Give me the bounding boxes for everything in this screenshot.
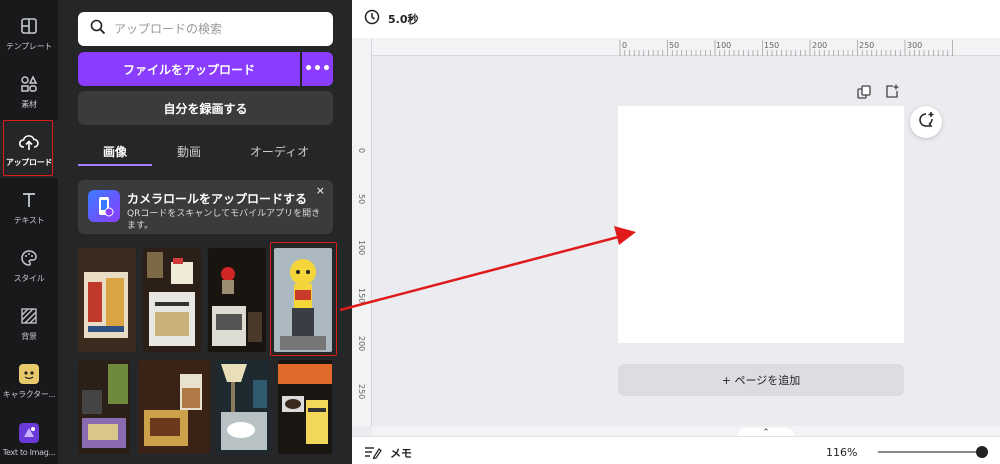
zoom-percentage[interactable]: 116% <box>826 446 857 459</box>
ruler-label: 300 <box>907 41 923 50</box>
promo-text: QRコードをスキャンしてモバイルアプリを開きます。 <box>127 209 321 231</box>
sidebar-rail: テンプレート 素材 アップロード テキスト スタイル 背景 キャラクター... … <box>0 0 58 464</box>
ruler-label: 150 <box>764 41 780 50</box>
sidebar-item-label: Text to Imag... <box>2 447 56 457</box>
annotation-highlight-uploads <box>3 120 53 176</box>
ruler-label: 0 <box>622 41 628 50</box>
search-box[interactable] <box>78 12 333 46</box>
duplicate-page-icon[interactable] <box>856 84 872 100</box>
clock-icon[interactable] <box>364 9 380 29</box>
tab-audio[interactable]: オーディオ <box>226 136 333 166</box>
media-tabs: 画像 動画 オーディオ <box>78 136 333 166</box>
sidebar-item-label: テキスト <box>13 215 45 225</box>
zoom-slider-track[interactable] <box>878 451 988 453</box>
sidebar-item-label: スタイル <box>13 273 45 283</box>
search-input[interactable] <box>114 22 314 36</box>
more-options-button[interactable]: ••• <box>302 52 333 86</box>
uploaded-image-thumbnail[interactable] <box>138 360 210 454</box>
template-icon <box>18 15 40 37</box>
ruler-label: 0 <box>357 148 366 154</box>
ruler-label: 50 <box>669 41 680 50</box>
elements-icon <box>18 73 40 95</box>
vertical-ruler: 0 50 100 150 200 250 <box>352 38 372 426</box>
ruler-label: 250 <box>859 41 875 50</box>
design-page[interactable] <box>618 106 904 343</box>
sidebar-item-label: テンプレート <box>6 41 52 51</box>
sidebar-item-elements[interactable]: 素材 <box>0 62 58 120</box>
tab-videos[interactable]: 動画 <box>152 136 226 166</box>
sidebar-item-label: 背景 <box>21 331 37 341</box>
horizontal-ruler: 0 50 100 150 200 250 300 <box>372 38 1000 56</box>
text-to-image-icon <box>18 422 40 444</box>
top-toolbar: 5.0秒 <box>352 0 1000 38</box>
promo-title: カメラロールをアップロードする <box>127 192 308 206</box>
zoom-slider-handle[interactable] <box>976 446 988 458</box>
search-icon <box>90 19 106 39</box>
editor: テンプレート 素材 アップロード テキスト スタイル 背景 キャラクター... … <box>0 0 1000 464</box>
tab-images[interactable]: 画像 <box>78 136 152 166</box>
ruler-label: 150 <box>357 288 366 304</box>
notes-button-label[interactable]: メモ <box>390 445 412 461</box>
uploaded-image-thumbnail[interactable] <box>217 360 270 454</box>
sidebar-item-label: キャラクター... <box>2 389 56 399</box>
uploads-panel: ファイルをアップロード ••• 自分を録画する 画像 動画 オーディオ カメラロ… <box>58 0 352 464</box>
uploaded-image-thumbnail[interactable] <box>278 360 332 454</box>
add-comment-button[interactable] <box>910 106 942 138</box>
bottom-toolbar: メモ 116% <box>352 436 1000 464</box>
notes-icon[interactable] <box>364 444 382 463</box>
ruler-label: 100 <box>357 240 366 256</box>
sidebar-item-styles[interactable]: スタイル <box>0 236 58 294</box>
phone-upload-icon <box>88 190 120 222</box>
sidebar-item-background[interactable]: 背景 <box>0 294 58 352</box>
character-icon <box>18 363 40 385</box>
record-yourself-button[interactable]: 自分を録画する <box>78 91 333 125</box>
camera-roll-promo: カメラロールをアップロードする QRコードをスキャンしてモバイルアプリを開きます… <box>78 180 333 234</box>
add-page-button[interactable]: + ページを追加 <box>618 364 904 396</box>
ruler-label: 50 <box>357 194 366 205</box>
active-tab-indicator <box>78 164 152 166</box>
close-icon[interactable]: × <box>316 184 325 197</box>
ruler-label: 100 <box>716 41 732 50</box>
uploaded-image-thumbnail[interactable] <box>143 248 201 352</box>
background-icon <box>18 305 40 327</box>
annotation-highlight-selected-image <box>270 242 337 356</box>
ruler-label: 250 <box>357 384 366 400</box>
palette-icon <box>18 247 40 269</box>
ruler-label: 200 <box>812 41 828 50</box>
uploaded-image-thumbnail[interactable] <box>78 360 130 454</box>
uploaded-image-thumbnail[interactable] <box>208 248 266 352</box>
sidebar-item-label: 素材 <box>21 99 37 109</box>
horizontal-scrollbar[interactable] <box>372 426 1000 436</box>
text-icon <box>18 189 40 211</box>
sidebar-item-characters[interactable]: キャラクター... <box>0 352 58 410</box>
sidebar-item-text[interactable]: テキスト <box>0 178 58 236</box>
ruler-label: 200 <box>357 336 366 352</box>
comment-add-icon <box>917 111 935 133</box>
upload-files-button[interactable]: ファイルをアップロード <box>78 52 300 86</box>
sidebar-item-text-to-image[interactable]: Text to Imag... <box>0 410 58 464</box>
add-page-icon[interactable] <box>884 83 900 99</box>
uploaded-image-thumbnail[interactable] <box>78 248 136 352</box>
sidebar-item-templates[interactable]: テンプレート <box>0 4 58 62</box>
timer-duration[interactable]: 5.0秒 <box>388 11 419 27</box>
